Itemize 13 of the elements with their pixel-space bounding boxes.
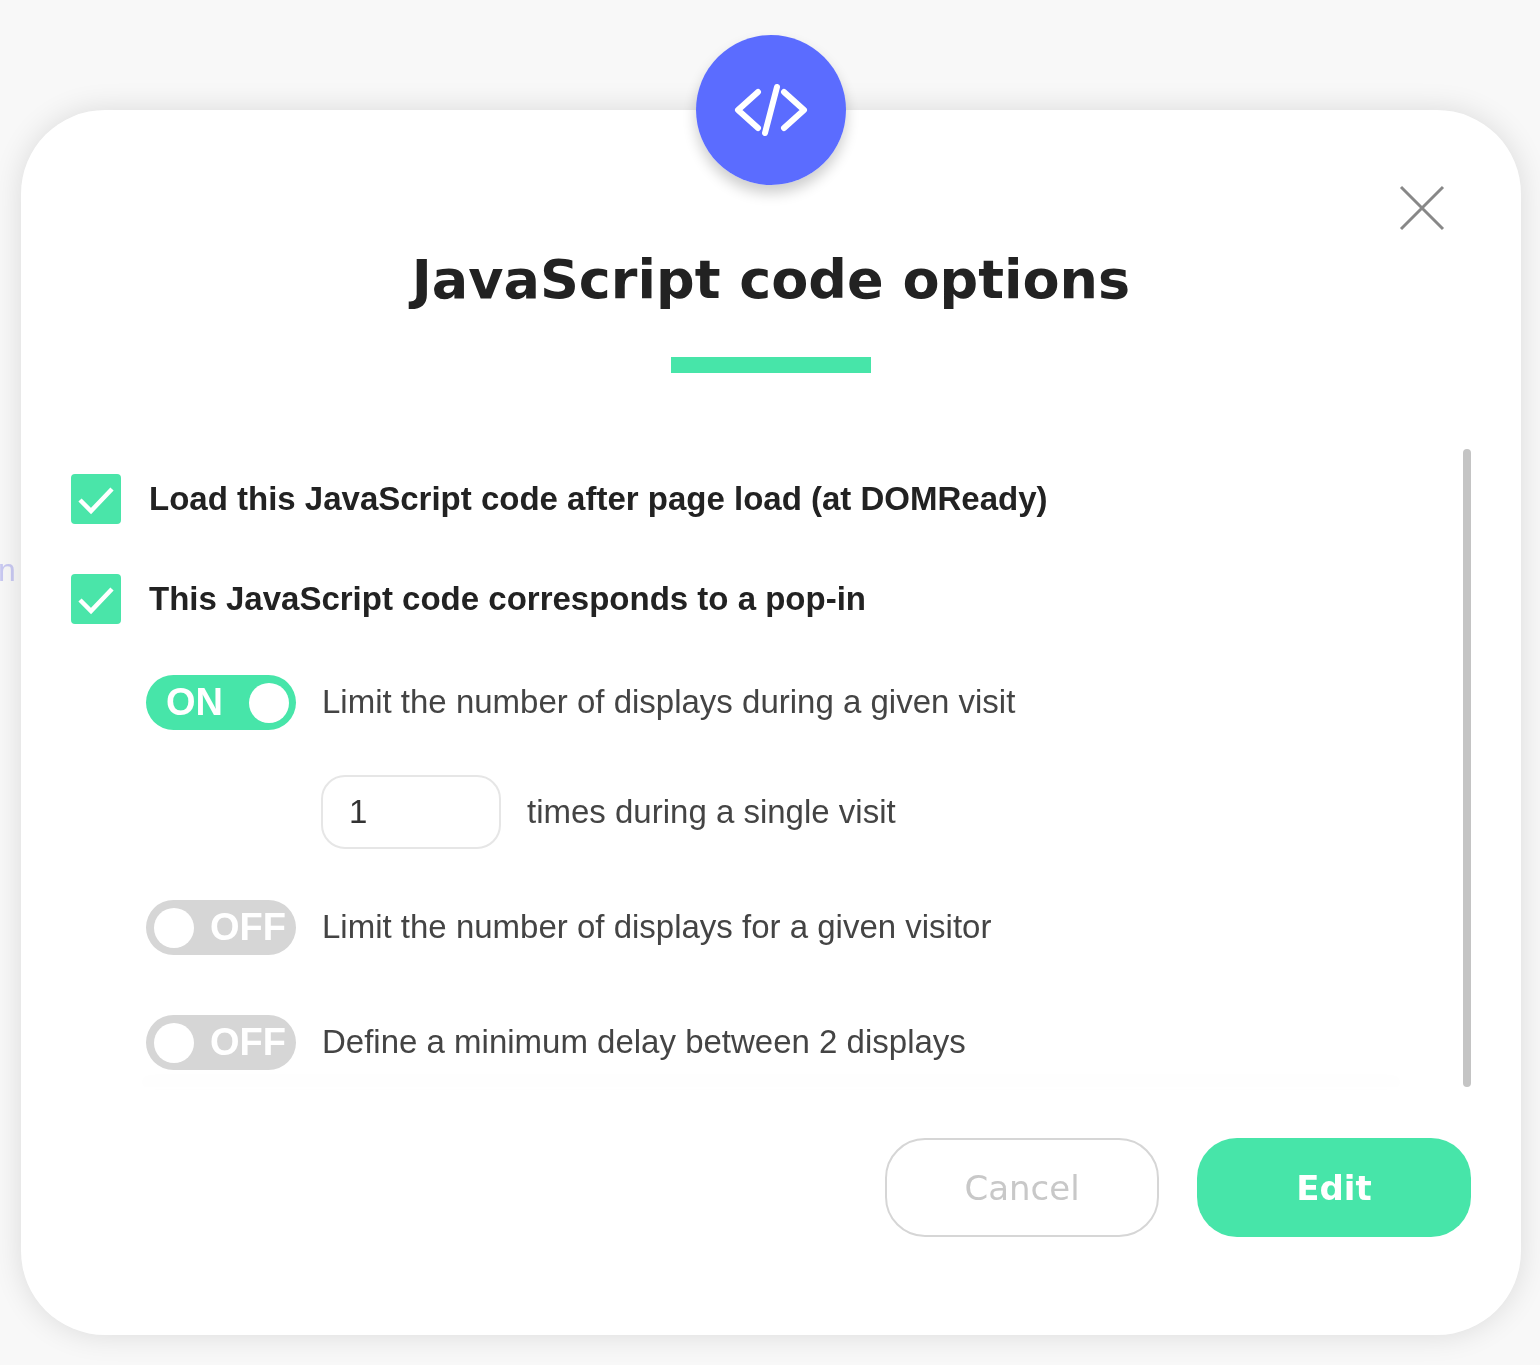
close-button[interactable] [1399, 185, 1445, 231]
checkbox[interactable] [71, 474, 121, 524]
checkbox[interactable] [71, 574, 121, 624]
scrollbar[interactable] [1463, 449, 1471, 1087]
checkbox-label: This JavaScript code corresponds to a pop-in [149, 580, 866, 618]
option-label: Limit the number of displays for a given visitor [322, 908, 992, 946]
option-label: Limit the number of displays during a given visit [322, 683, 1016, 721]
edit-button[interactable]: Edit [1197, 1138, 1471, 1237]
checkbox-label: Load this JavaScript code after page load (at DOMReady) [149, 480, 1048, 518]
count-field[interactable]: 1 [321, 775, 501, 849]
toggle-switch[interactable]: ON [146, 674, 296, 730]
field-label: times during a single visit [527, 793, 896, 831]
option-label: Define a minimum delay between 2 displays [322, 1023, 966, 1061]
